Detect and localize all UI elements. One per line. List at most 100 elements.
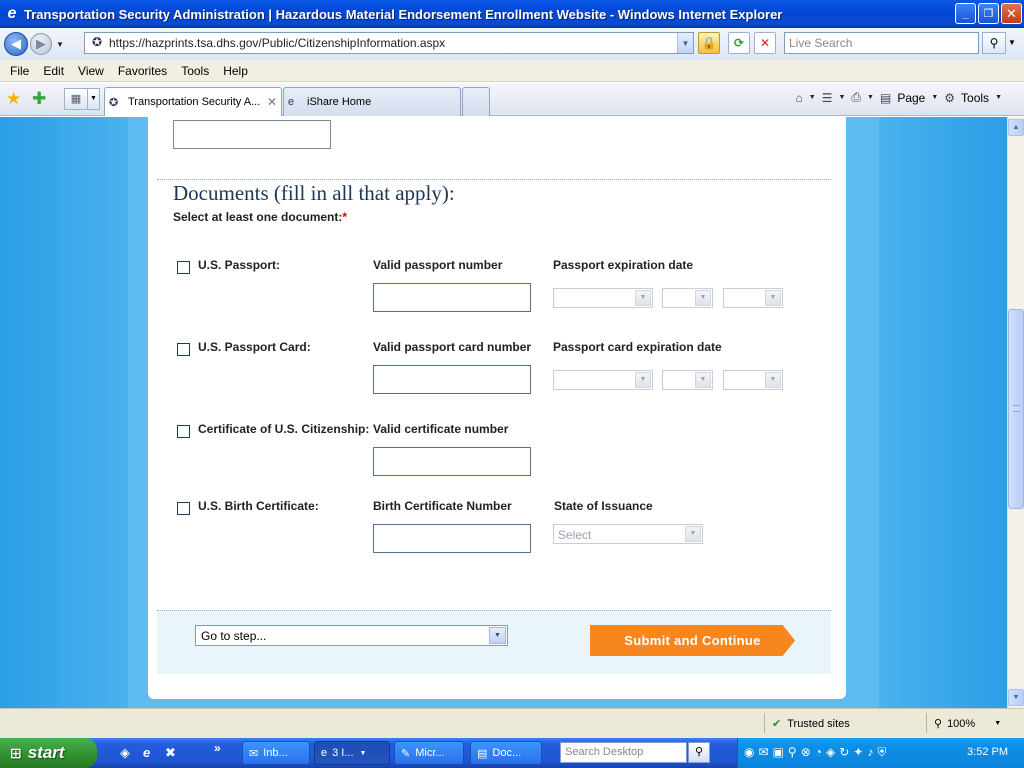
new-tab-button[interactable]: [462, 87, 490, 116]
passport-number-input[interactable]: [373, 283, 531, 312]
submit-and-continue-button[interactable]: Submit and Continue: [590, 625, 795, 656]
passport-checkbox[interactable]: [177, 261, 190, 274]
search-options-dropdown-icon[interactable]: ▼: [1008, 38, 1016, 47]
desktop-search-input[interactable]: Search Desktop: [560, 742, 687, 763]
print-icon[interactable]: ⎙: [851, 90, 861, 105]
gear-icon: ⚙: [944, 90, 956, 105]
tools-menu-button[interactable]: Tools: [961, 91, 989, 105]
vertical-scrollbar[interactable]: ▲ ▼: [1007, 117, 1024, 708]
tools-dropdown-icon[interactable]: ▼: [995, 94, 1002, 101]
tray-antivirus-icon[interactable]: ✦: [853, 745, 863, 760]
previous-field-input[interactable]: [173, 120, 331, 149]
address-dropdown-icon[interactable]: ▼: [677, 33, 693, 53]
taskbar: ⊞ start ◈ e ✖ » ✉ Inb... e 3 I... ▼ ✎ Mi…: [0, 738, 1024, 768]
tray-stop-icon[interactable]: ⊗: [801, 745, 811, 760]
minimize-button[interactable]: _: [955, 3, 976, 24]
scroll-up-button[interactable]: ▲: [1008, 119, 1024, 136]
live-search-input[interactable]: Live Search: [784, 32, 979, 54]
taskbar-item-microsoft[interactable]: ✎ Micr...: [394, 741, 464, 765]
taskbar-item-document[interactable]: ▤ Doc...: [470, 741, 542, 765]
quicklaunch-overflow[interactable]: »: [214, 741, 221, 755]
outlook-icon: ✉: [249, 747, 259, 760]
tab-list-dropdown-icon[interactable]: ▼: [88, 88, 100, 110]
passport-month-select[interactable]: ▼: [553, 288, 653, 308]
quicklaunch-excel-icon[interactable]: ✖: [165, 745, 176, 761]
windows-logo-icon: ⊞: [10, 744, 22, 761]
menu-tools[interactable]: Tools: [174, 64, 216, 78]
quicklaunch-ie-icon[interactable]: e: [143, 745, 150, 760]
maximize-button[interactable]: ❐: [978, 3, 999, 24]
passport-day-select[interactable]: ▼: [662, 288, 713, 308]
tray-clock-icon[interactable]: ◔: [815, 745, 822, 760]
menu-view[interactable]: View: [71, 64, 111, 78]
tray-search-icon[interactable]: ⚲: [788, 745, 797, 760]
taskbar-item-inbox[interactable]: ✉ Inb...: [242, 741, 310, 765]
scroll-down-button[interactable]: ▼: [1008, 689, 1024, 706]
page-menu-button[interactable]: Page: [897, 91, 925, 105]
search-icon[interactable]: ⚲: [982, 32, 1006, 54]
scroll-thumb[interactable]: [1008, 309, 1024, 509]
refresh-button[interactable]: ⟳: [728, 32, 750, 54]
tray-shield-icon[interactable]: ◈: [826, 745, 835, 760]
feeds-icon[interactable]: ☰: [822, 91, 833, 105]
home-icon[interactable]: ⌂: [796, 91, 803, 105]
passport-card-number-input[interactable]: [373, 365, 531, 394]
favorites-star-icon[interactable]: ★: [6, 89, 21, 109]
quicklaunch-show-desktop-icon[interactable]: ◈: [120, 745, 130, 761]
zoom-control[interactable]: ⚲ 100% ▼: [934, 717, 1001, 731]
system-clock[interactable]: 3:52 PM: [967, 746, 1008, 758]
back-button[interactable]: ◀: [4, 32, 28, 56]
tray-network-icon[interactable]: ◉: [744, 745, 754, 760]
menu-help[interactable]: Help: [216, 64, 255, 78]
birth-certificate-checkbox[interactable]: [177, 502, 190, 515]
menu-favorites[interactable]: Favorites: [111, 64, 174, 78]
menu-file[interactable]: File: [3, 64, 36, 78]
feeds-dropdown-icon[interactable]: ▼: [838, 94, 845, 101]
start-button[interactable]: ⊞ start: [0, 738, 97, 768]
tray-security-icon[interactable]: ⛨: [877, 745, 886, 760]
tray-ccs-icon[interactable]: ▣: [773, 745, 784, 760]
page-dropdown-icon[interactable]: ▼: [931, 94, 938, 101]
address-url[interactable]: https://hazprints.tsa.dhs.gov/Public/Cit…: [109, 36, 445, 50]
section-divider: [157, 179, 831, 180]
security-zone[interactable]: ✔ Trusted sites: [772, 717, 850, 731]
tab-tsa[interactable]: ✪ Transportation Security A... ✕: [104, 87, 282, 116]
menu-bar: File Edit View Favorites Tools Help: [0, 60, 1024, 82]
address-bar[interactable]: ✪ https://hazprints.tsa.dhs.gov/Public/C…: [84, 32, 694, 54]
quick-tabs-button[interactable]: ▦: [64, 88, 88, 110]
chevron-down-icon: ▼: [489, 627, 506, 644]
passport-card-label: U.S. Passport Card:: [198, 340, 311, 354]
home-dropdown-icon[interactable]: ▼: [809, 94, 816, 101]
go-to-step-select[interactable]: Go to step... ▼: [195, 625, 508, 646]
taskbar-item-ie-group[interactable]: e 3 I... ▼: [314, 741, 390, 765]
zoom-dropdown-icon[interactable]: ▼: [994, 720, 1001, 727]
history-dropdown-icon[interactable]: ▼: [56, 40, 64, 49]
tab-close-icon[interactable]: ✕: [267, 95, 277, 109]
passport-card-checkbox[interactable]: [177, 343, 190, 356]
tray-mail-icon[interactable]: ✉: [758, 745, 768, 760]
forward-arrow-icon: ▶: [36, 36, 46, 51]
desktop-search-icon[interactable]: ⚲: [688, 742, 710, 763]
print-dropdown-icon[interactable]: ▼: [867, 94, 874, 101]
birth-certificate-number-input[interactable]: [373, 524, 531, 553]
status-bar: ✔ Trusted sites ⚲ 100% ▼: [0, 708, 1024, 738]
stop-button[interactable]: ✕: [754, 32, 776, 54]
close-window-button[interactable]: ✕: [1001, 3, 1022, 24]
passport-year-select[interactable]: ▼: [723, 288, 783, 308]
tab-ishare-home[interactable]: e iShare Home: [283, 87, 461, 116]
certificate-number-input[interactable]: [373, 447, 531, 476]
command-bar: ⌂ ▼ ☰ ▼ ⎙ ▼ ▤ Page ▼ ⚙ Tools ▼: [796, 90, 1002, 105]
passport-card-year-select[interactable]: ▼: [723, 370, 783, 390]
passport-card-day-select[interactable]: ▼: [662, 370, 713, 390]
security-lock-icon[interactable]: 🔒: [698, 32, 720, 54]
menu-edit[interactable]: Edit: [36, 64, 71, 78]
tray-sync-icon[interactable]: ↻: [839, 745, 849, 760]
system-tray: ◉ ✉ ▣ ⚲ ⊗ ◔ ◈ ↻ ✦ ♪ ⛨ 3:52 PM: [737, 738, 1024, 768]
tray-volume-icon[interactable]: ♪: [867, 745, 873, 760]
forward-button[interactable]: ▶: [30, 33, 52, 55]
passport-card-month-select[interactable]: ▼: [553, 370, 653, 390]
state-of-issuance-select[interactable]: Select ▼: [553, 524, 703, 544]
add-favorite-icon[interactable]: ✚: [32, 89, 46, 109]
passport-card-date-label: Passport card expiration date: [553, 340, 722, 354]
citizenship-certificate-checkbox[interactable]: [177, 425, 190, 438]
